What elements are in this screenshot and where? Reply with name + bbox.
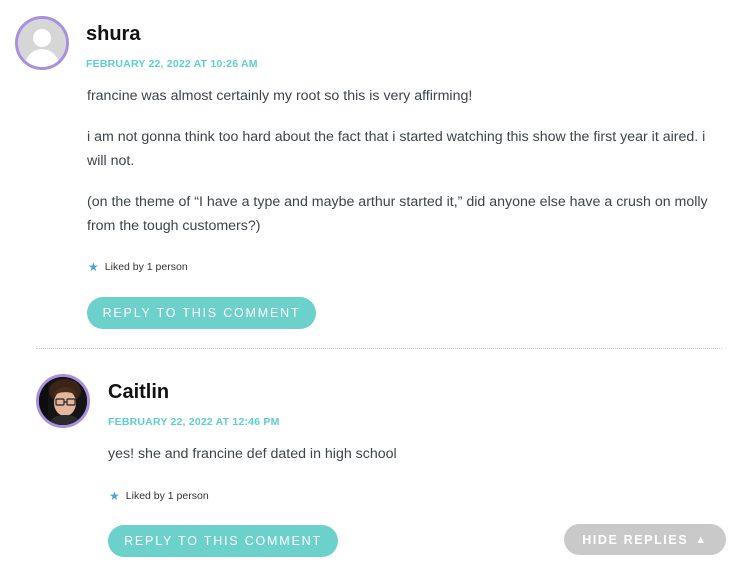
triangle-up-icon: ▲ (695, 533, 708, 546)
comment-date[interactable]: FEBRUARY 22, 2022 AT 12:46 PM (108, 416, 280, 428)
star-icon: ★ (88, 260, 99, 274)
comment-divider (36, 348, 722, 349)
default-user-avatar-icon (18, 19, 66, 67)
reply-button[interactable]: REPLY TO THIS COMMENT (108, 525, 338, 557)
likes-indicator[interactable]: ★ Liked by 1 person (109, 489, 209, 503)
comment-text: i am not gonna think too hard about the … (87, 129, 706, 169)
hide-replies-button[interactable]: HIDE REPLIES ▲ (564, 524, 726, 555)
comment-text: francine was almost certainly my root so… (87, 88, 473, 104)
avatar-shura[interactable] (15, 16, 69, 70)
reply-button[interactable]: REPLY TO THIS COMMENT (87, 297, 316, 329)
likes-text: Liked by 1 person (104, 261, 188, 273)
user-photo-avatar-icon (39, 377, 87, 425)
likes-indicator[interactable]: ★ Liked by 1 person (88, 260, 188, 274)
avatar-caitlin[interactable] (36, 374, 90, 428)
comment-date[interactable]: FEBRUARY 22, 2022 AT 10:26 AM (86, 58, 258, 70)
comment-text: (on the theme of “I have a type and mayb… (87, 194, 708, 234)
comment-author[interactable]: shura (86, 23, 140, 46)
comment-author[interactable]: Caitlin (108, 381, 169, 404)
star-icon: ★ (109, 489, 120, 503)
likes-text: Liked by 1 person (125, 490, 209, 502)
comment-text: yes! she and francine def dated in high … (108, 446, 397, 462)
hide-replies-label: HIDE REPLIES (582, 532, 689, 547)
